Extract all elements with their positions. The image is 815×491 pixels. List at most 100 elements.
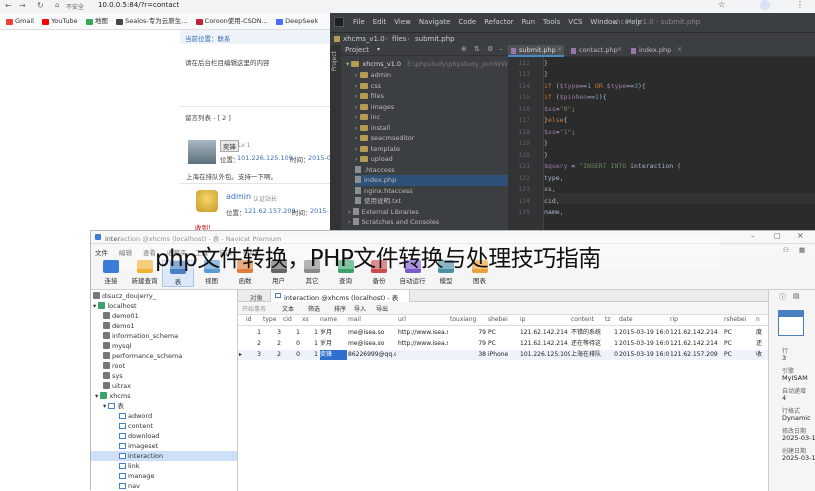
ide-menu-code[interactable]: Code	[458, 18, 476, 26]
ide-menu-vcs[interactable]: VCS	[568, 18, 582, 26]
tree-item-folder[interactable]: › template	[355, 144, 400, 155]
cell-name[interactable]: 岁月	[320, 339, 347, 349]
cell-shebei[interactable]: PC	[488, 339, 518, 349]
cell-name[interactable]: 奕锋	[320, 350, 347, 360]
column-header-ip[interactable]: ip	[520, 315, 570, 325]
tree-item-folder[interactable]: › css	[355, 81, 381, 92]
cell-mail[interactable]: 86226999@qq.c	[348, 350, 396, 360]
column-header-xs[interactable]: xs	[302, 315, 318, 325]
tree-item-folder[interactable]: › upload	[355, 154, 393, 165]
cell-id[interactable]: 3	[246, 350, 261, 360]
connection-item[interactable]: demo1	[103, 321, 135, 331]
breadcrumb[interactable]: 当前位置：联系	[185, 33, 231, 43]
bookmark-youtube[interactable]: YouTube	[42, 13, 78, 30]
column-header-n[interactable]: n	[756, 315, 768, 325]
tree-item-file[interactable]: .htaccess	[355, 165, 395, 176]
project-root[interactable]: ▾ xhcms_v1.0 E:\phpstudy\phpstudy_pro\WW…	[346, 59, 520, 70]
connection-item[interactable]: information_schema	[103, 331, 178, 341]
column-header-rshebei[interactable]: rshebei	[724, 315, 754, 325]
connection-item[interactable]: root	[103, 361, 125, 371]
cell-rshebei[interactable]: PC	[724, 339, 754, 349]
cell-type[interactable]: 2	[263, 339, 281, 349]
address-bar[interactable]: 10.0.0.5:84/?r=contact	[98, 1, 179, 9]
tree-item-folder[interactable]: › seacmseditor	[355, 133, 414, 144]
crumb-file[interactable]: submit.php	[415, 35, 455, 43]
cell-content[interactable]: 上海在排队	[571, 350, 604, 360]
bookmark-sealos[interactable]: Sealos-专为云原生...	[116, 13, 187, 30]
cell-rip[interactable]: 121.62.157.209	[670, 350, 722, 360]
bookmark-map[interactable]: 地图	[85, 13, 108, 30]
user-icon[interactable]: ⚇	[783, 246, 789, 254]
grid-icon[interactable]: ▦	[799, 246, 805, 254]
cell-rip[interactable]: 121.62.142.214	[670, 339, 722, 349]
maximize-icon[interactable]: □	[774, 232, 781, 240]
cell-touxiang[interactable]: 79	[450, 339, 486, 349]
filter-button[interactable]: 筛选	[308, 304, 320, 313]
tree-item-folder[interactable]: › images	[355, 102, 394, 113]
close-icon[interactable]: ×	[557, 46, 562, 53]
connection-item[interactable]: ▾ localhost	[93, 301, 137, 311]
sort-button[interactable]: 排序	[334, 304, 346, 313]
cell-type[interactable]: 2	[263, 350, 281, 360]
minimize-icon[interactable]: –	[499, 45, 503, 53]
column-header-tz[interactable]: tz	[605, 315, 618, 325]
cell-xs[interactable]: 1	[302, 339, 318, 349]
column-header-type[interactable]: type	[263, 315, 281, 325]
cell-rshebei[interactable]: PC	[724, 328, 754, 338]
column-header-rip[interactable]: rip	[670, 315, 722, 325]
cell-ip[interactable]: 121.62.142.214	[520, 328, 570, 338]
cell-n[interactable]: 度	[756, 328, 768, 338]
cell-cid[interactable]: 0	[283, 339, 300, 349]
column-header-touxiang[interactable]: touxiang	[450, 315, 486, 325]
chevron-down-icon[interactable]: ▾	[377, 46, 380, 53]
ide-menu-navigate[interactable]: Navigate	[419, 18, 450, 26]
cell-n[interactable]: 收	[756, 350, 768, 360]
cell-id[interactable]: 2	[246, 339, 261, 349]
table-item-adword[interactable]: adword	[119, 411, 152, 421]
cell-content[interactable]: 不错的系统	[571, 328, 604, 338]
cell-xs[interactable]: 1	[302, 350, 318, 360]
tree-item-file[interactable]: 使用说明.txt	[355, 196, 401, 207]
profile-avatar[interactable]	[760, 0, 770, 10]
cell-touxiang[interactable]: 38	[450, 350, 486, 360]
table-item-interaction[interactable]: interaction	[91, 451, 237, 461]
cell-url[interactable]: http://www.isea.s	[398, 339, 448, 349]
export-button[interactable]: 导出	[376, 304, 388, 313]
browser-menu-icon[interactable]: ⋮	[796, 0, 804, 9]
cell-mail[interactable]: me@isea.so	[348, 339, 396, 349]
ide-menu-run[interactable]: Run	[522, 18, 535, 26]
column-header-id[interactable]: id	[246, 315, 261, 325]
cell-ip[interactable]: 101.226.125.109	[520, 350, 570, 360]
collapse-icon[interactable]: ⇅	[474, 45, 480, 53]
tree-item-lib[interactable]: › Scratches and Consoles	[348, 217, 439, 228]
cell-name[interactable]: 岁月	[320, 328, 347, 338]
connection-item[interactable]: uitrax	[103, 381, 131, 391]
tree-item-folder[interactable]: › files	[355, 91, 384, 102]
cell-shebei[interactable]: iPhone	[488, 350, 518, 360]
tree-item-folder[interactable]: › admin	[355, 70, 391, 81]
connection-item[interactable]: mysql	[103, 341, 132, 351]
close-icon[interactable]: ×	[617, 46, 622, 53]
cell-date[interactable]: 2015-03-19 16:0	[619, 328, 669, 338]
project-view-label[interactable]: Project	[345, 46, 369, 54]
cell-id[interactable]: 1	[246, 328, 261, 338]
security-label[interactable]: 不安全	[66, 2, 84, 11]
tree-item-folder[interactable]: › install	[355, 123, 390, 134]
cell-cid[interactable]: 1	[283, 328, 300, 338]
tab-interaction-table[interactable]: interaction @xhcms (localhost) - 表	[270, 290, 410, 302]
cell-xs[interactable]: 1	[302, 328, 318, 338]
table-item-imageset[interactable]: imageset	[119, 441, 158, 451]
tree-item-folder[interactable]: › inc	[355, 112, 380, 123]
locate-icon[interactable]: ⊕	[461, 45, 467, 53]
cell-n[interactable]: 还	[756, 339, 768, 349]
cell-date[interactable]: 2015-03-19 16:0	[619, 339, 669, 349]
code-editor[interactable]: submit.php × contact.php × index.php × 1…	[508, 45, 815, 240]
connection-item[interactable]: demo01	[103, 311, 139, 321]
comment-author[interactable]: 奕锋	[220, 140, 239, 152]
column-header-content[interactable]: content	[571, 315, 604, 325]
column-header-date[interactable]: date	[619, 315, 669, 325]
column-header-cid[interactable]: cid	[283, 315, 300, 325]
column-header-mail[interactable]: mail	[348, 315, 396, 325]
column-header-name[interactable]: name	[320, 315, 347, 325]
cell-touxiang[interactable]: 79	[450, 328, 486, 338]
